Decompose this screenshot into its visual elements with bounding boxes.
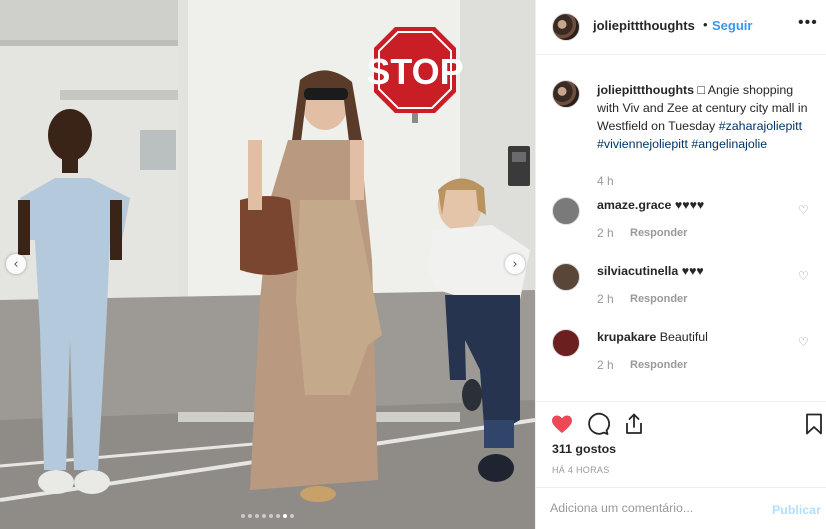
carousel-prev-button[interactable]: ‹ xyxy=(6,254,26,274)
comment-item: silviacutinella ♥♥♥ 2 h Responder ♡ xyxy=(536,263,826,323)
carousel-next-button[interactable]: › xyxy=(505,254,525,274)
more-options-icon[interactable]: ••• xyxy=(798,14,818,32)
comment-bubble-icon[interactable] xyxy=(586,412,610,436)
hashtag-link[interactable]: #zaharajoliepitt xyxy=(719,119,802,133)
post-actions: 311 gostos HÁ 4 HORAS xyxy=(536,401,826,487)
comment-like-icon[interactable]: ♡ xyxy=(798,269,809,283)
comment-text: Beautiful xyxy=(659,330,708,344)
commenter-avatar[interactable] xyxy=(552,263,580,291)
author-avatar[interactable] xyxy=(552,13,580,41)
bookmark-icon[interactable] xyxy=(802,412,826,436)
reply-button[interactable]: Responder xyxy=(630,293,687,305)
caption-timestamp[interactable]: 4 h xyxy=(597,174,614,188)
publish-comment-button[interactable]: Publicar xyxy=(772,503,821,517)
carousel-dot xyxy=(290,514,294,518)
add-comment-bar: Publicar xyxy=(536,487,826,529)
hashtag-link[interactable]: #viviennejoliepitt xyxy=(597,137,688,151)
likes-count[interactable]: 311 gostos xyxy=(552,442,616,456)
post-sidebar: joliepittthoughts • Seguir ••• joliepitt… xyxy=(535,0,826,529)
follow-button[interactable]: Seguir xyxy=(712,18,752,33)
comment-text: ♥♥♥ xyxy=(681,264,704,278)
carousel-dot xyxy=(241,514,245,518)
caption-avatar[interactable] xyxy=(552,80,580,108)
comment-like-icon[interactable]: ♡ xyxy=(798,203,809,217)
caption-text: joliepittthoughts □ Angie shopping with … xyxy=(597,81,812,153)
comment-input[interactable] xyxy=(550,498,750,518)
hashtag-link[interactable]: #angelinajolie xyxy=(691,137,767,151)
header-separator: • xyxy=(703,17,708,32)
carousel-dot xyxy=(276,514,280,518)
comment-timestamp[interactable]: 2 h xyxy=(597,226,614,240)
comment-item: amaze.grace ♥♥♥♥ 2 h Responder ♡ xyxy=(536,197,826,257)
carousel-dots xyxy=(0,514,535,518)
commenter-username[interactable]: silviacutinella xyxy=(597,264,678,278)
carousel-dot xyxy=(269,514,273,518)
comment-timestamp[interactable]: 2 h xyxy=(597,358,614,372)
post-photo[interactable]: STOP ‹ › xyxy=(0,0,535,529)
like-heart-icon[interactable] xyxy=(550,412,574,436)
caption-username[interactable]: joliepittthoughts xyxy=(597,83,694,97)
commenter-avatar[interactable] xyxy=(552,329,580,357)
carousel-dot xyxy=(262,514,266,518)
comment-timestamp[interactable]: 2 h xyxy=(597,292,614,306)
author-username[interactable]: joliepittthoughts xyxy=(593,18,695,33)
comment-text: ♥♥♥♥ xyxy=(674,198,705,212)
commenter-username[interactable]: krupakare xyxy=(597,330,656,344)
reply-button[interactable]: Responder xyxy=(630,227,687,239)
commenter-username[interactable]: amaze.grace xyxy=(597,198,671,212)
commenter-avatar[interactable] xyxy=(552,197,580,225)
comment-like-icon[interactable]: ♡ xyxy=(798,335,809,349)
carousel-dot xyxy=(255,514,259,518)
stop-sign-text: STOP xyxy=(366,51,463,92)
comment-item: krupakare Beautiful 2 h Responder ♡ xyxy=(536,329,826,389)
post-header: joliepittthoughts • Seguir ••• xyxy=(536,0,826,55)
reply-button[interactable]: Responder xyxy=(630,359,687,371)
post-time-ago[interactable]: HÁ 4 HORAS xyxy=(552,465,610,475)
carousel-dot xyxy=(248,514,252,518)
photo-scene: STOP xyxy=(0,0,535,529)
carousel-dot xyxy=(283,514,287,518)
share-icon[interactable] xyxy=(622,412,646,436)
